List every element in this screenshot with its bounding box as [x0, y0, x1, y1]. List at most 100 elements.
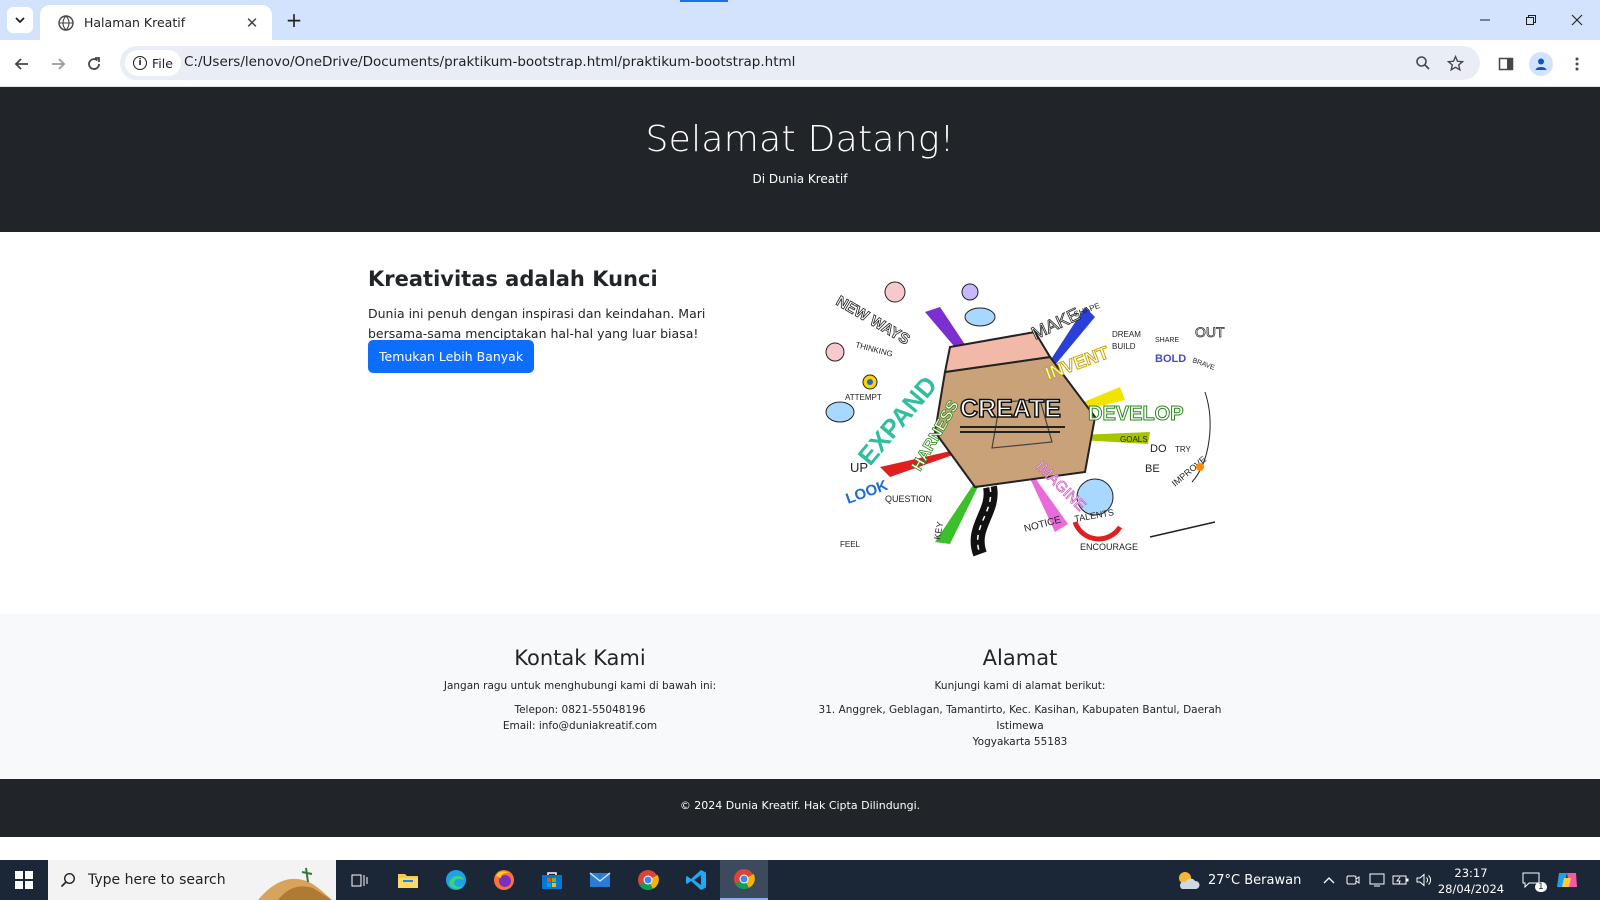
- close-window-button[interactable]: [1554, 0, 1600, 40]
- partly-cloudy-icon: [1179, 872, 1200, 889]
- taskbar-file-explorer[interactable]: [384, 860, 432, 900]
- svg-text:THINKING: THINKING: [854, 340, 893, 359]
- hero-title: Selamat Datang!: [645, 119, 955, 160]
- side-panel-icon: [1498, 57, 1514, 71]
- side-panel-button[interactable]: [1494, 52, 1518, 76]
- contact-section: Kontak Kami Jangan ragu untuk menghubung…: [0, 614, 1600, 779]
- profile-button[interactable]: [1529, 52, 1553, 76]
- hero-section: Selamat Datang! Di Dunia Kreatif: [0, 87, 1600, 232]
- learn-more-button[interactable]: Temukan Lebih Banyak: [368, 340, 535, 373]
- tray-network[interactable]: [1366, 860, 1388, 900]
- svg-text:TRY: TRY: [1175, 445, 1192, 454]
- task-view-button[interactable]: [336, 860, 384, 900]
- chevron-up-icon: [1323, 877, 1335, 884]
- notification-badge: 1: [1535, 882, 1547, 892]
- browser-tab-bar: Halaman Kreatif ✕ +: [0, 0, 1600, 40]
- tray-meet-now[interactable]: [1342, 860, 1364, 900]
- hero-subtitle: Di Dunia Kreatif: [752, 172, 848, 186]
- weather-widget[interactable]: 27°C Berawan: [1176, 860, 1301, 900]
- back-button[interactable]: [8, 50, 36, 78]
- store-bag-icon: [542, 872, 562, 889]
- svg-text:BUILD: BUILD: [1112, 342, 1136, 351]
- taskbar-chrome-active[interactable]: [720, 860, 768, 900]
- taskbar-search-box[interactable]: Type here to search: [48, 860, 336, 900]
- search-icon: [60, 872, 76, 888]
- kebab-menu-icon: [1575, 57, 1579, 71]
- mail-icon: [589, 872, 611, 887]
- svg-text:SHARE: SHARE: [1155, 337, 1179, 344]
- reload-button[interactable]: [80, 50, 108, 78]
- web-page: Selamat Datang! Di Dunia Kreatif Kreativ…: [0, 87, 1600, 837]
- svg-text:FEEL: FEEL: [840, 540, 861, 549]
- tab-list-button[interactable]: [7, 7, 33, 33]
- clock-time: 23:17: [1454, 866, 1488, 880]
- site-info-chip[interactable]: i File: [125, 50, 181, 76]
- minimize-icon: [1480, 19, 1490, 21]
- tray-battery[interactable]: [1390, 860, 1412, 900]
- vscode-icon: [686, 870, 706, 890]
- site-chip-label: File: [152, 55, 173, 71]
- svg-text:OUT: OUT: [1195, 324, 1225, 340]
- copyright-text: © 2024 Dunia Kreatif. Hak Cipta Dilindun…: [679, 799, 921, 812]
- address-heading: Alamat: [982, 646, 1058, 670]
- taskbar-firefox[interactable]: [480, 860, 528, 900]
- svg-text:UP: UP: [850, 460, 868, 475]
- creativity-illustration: NEW WAYS THINKING ATTEMPT EXPAND CREATE …: [825, 281, 1225, 557]
- zoom-icon[interactable]: [1412, 52, 1434, 74]
- taskbar-clock[interactable]: 23:17 28/04/2024: [1436, 865, 1506, 897]
- new-tab-button[interactable]: +: [282, 8, 306, 32]
- minimize-button[interactable]: [1462, 0, 1508, 40]
- windows-taskbar: Type here to search 27°C Berawan 23:17 2…: [0, 860, 1600, 900]
- bookmark-star-icon[interactable]: [1444, 52, 1466, 74]
- close-tab-icon[interactable]: ✕: [242, 13, 262, 33]
- contact-phone: Telepon: 0821-55048196: [514, 704, 646, 716]
- chrome-icon: [638, 870, 659, 891]
- svg-text:LOOK: LOOK: [844, 477, 891, 508]
- tray-volume[interactable]: [1413, 860, 1435, 900]
- colorful-app-icon: [1557, 873, 1577, 887]
- battery-charging-icon: [1392, 875, 1409, 885]
- show-hidden-icons-button[interactable]: [1318, 860, 1340, 900]
- chevron-down-icon: [15, 17, 25, 24]
- search-placeholder: Type here to search: [88, 872, 226, 888]
- tray-copilot[interactable]: [1552, 860, 1582, 900]
- network-icon: [1369, 873, 1385, 887]
- edge-browser-icon: [446, 870, 466, 890]
- url-text[interactable]: C:/Users/lenovo/OneDrive/Documents/prakt…: [184, 54, 795, 70]
- svg-text:DEVELOP: DEVELOP: [1088, 403, 1184, 425]
- svg-text:GOALS: GOALS: [1120, 435, 1148, 444]
- restore-button[interactable]: [1508, 0, 1554, 40]
- svg-text:CREATE: CREATE: [960, 395, 1061, 423]
- address-line-1: 31. Anggrek, Geblagan, Tamantirto, Kec. …: [818, 704, 1222, 732]
- chrome-icon: [734, 869, 755, 890]
- camera-icon: [1346, 875, 1360, 885]
- close-icon: [1571, 14, 1583, 26]
- taskbar-vscode[interactable]: [672, 860, 720, 900]
- arrow-right-icon: [52, 58, 66, 70]
- address-subtitle: Kunjungi kami di alamat berikut:: [934, 680, 1106, 692]
- svg-text:ENCOURAGE: ENCOURAGE: [1080, 542, 1138, 552]
- svg-text:ATTEMPT: ATTEMPT: [845, 393, 882, 402]
- browser-menu-button[interactable]: [1565, 52, 1589, 76]
- start-button[interactable]: [0, 860, 48, 900]
- taskbar-store[interactable]: [528, 860, 576, 900]
- svg-text:DO: DO: [1150, 443, 1167, 455]
- contact-column: Kontak Kami Jangan ragu untuk menghubung…: [420, 614, 740, 734]
- info-icon: i: [133, 56, 147, 70]
- svg-text:NOTICE: NOTICE: [1023, 514, 1063, 534]
- arrow-left-icon: [14, 58, 28, 70]
- address-line-2: Yogyakarta 55183: [972, 736, 1068, 748]
- browser-tab-active[interactable]: Halaman Kreatif ✕: [40, 5, 272, 40]
- address-bar[interactable]: i File C:/Users/lenovo/OneDrive/Document…: [120, 46, 1480, 80]
- forward-button[interactable]: [44, 50, 72, 78]
- tab-title: Halaman Kreatif: [84, 15, 186, 30]
- taskbar-edge[interactable]: [432, 860, 480, 900]
- taskbar-mail[interactable]: [576, 860, 624, 900]
- taskbar-chrome[interactable]: [624, 860, 672, 900]
- restore-icon: [1526, 15, 1536, 25]
- folder-icon: [398, 874, 418, 888]
- magnifier-icon: [1416, 56, 1430, 70]
- notification-center-button[interactable]: 1: [1516, 860, 1547, 900]
- art-word-new-ways: NEW WAYS: [833, 293, 912, 349]
- window-controls: [1462, 0, 1600, 40]
